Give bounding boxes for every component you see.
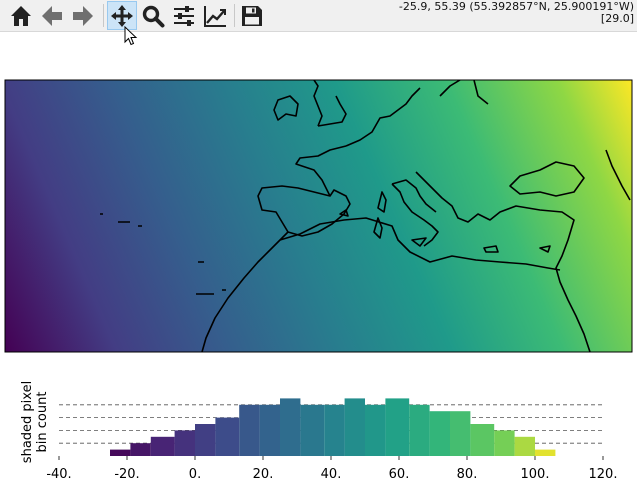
arrow-right-icon (73, 5, 93, 26)
histogram-bar (300, 404, 325, 456)
histogram-bar (514, 436, 535, 456)
histogram-bar (239, 404, 260, 456)
navigation-toolbar: -25.9, 55.39 (55.392857°N, 25.900191°W) … (0, 0, 637, 32)
line-chart-icon (204, 5, 226, 27)
histogram-bar (409, 404, 430, 456)
x-tick-label: 80. (457, 467, 478, 482)
histogram-bar (385, 398, 410, 456)
histogram-bar (494, 430, 515, 456)
histogram-bar (429, 411, 450, 456)
floppy-disk-icon (242, 5, 262, 26)
histogram-y-label: shaded pixelbin count (20, 381, 50, 463)
histogram-bars (110, 398, 556, 456)
histogram-bar (280, 398, 301, 456)
histogram-bar (259, 404, 280, 456)
arrow-left-icon (42, 5, 62, 26)
map-panel[interactable] (4, 79, 633, 353)
value-readout: [29.0] (600, 12, 634, 25)
coordinate-readout: -25.9, 55.39 (55.392857°N, 25.900191°W) (398, 0, 634, 13)
cursor-coordinates: -25.9, 55.39 (55.392857°N, 25.900191°W) … (334, 1, 634, 25)
subplots-button[interactable] (169, 1, 199, 30)
sliders-icon (174, 5, 194, 26)
forward-button[interactable] (68, 1, 98, 30)
zoom-button[interactable] (138, 1, 168, 30)
figure-canvas: -40. -20. 0. 20. 40. 60. 80. 100. 120. shaded pi… (4, 79, 633, 482)
histogram-bar (324, 404, 345, 456)
x-tick-label: 40. (321, 467, 342, 482)
histogram-axes: -40. -20. 0. 20. 40. 60. 80. 100. 120. shaded pi… (20, 381, 617, 482)
mouse-cursor-icon (124, 26, 138, 46)
histogram-bar (470, 424, 495, 456)
toolbar-separator (103, 4, 104, 27)
histogram-bar (195, 424, 216, 456)
histogram-bar (174, 430, 195, 456)
histogram-bar (215, 417, 240, 456)
histogram-bar (344, 398, 365, 456)
histogram-bar (110, 449, 131, 456)
histogram-x-ticks: -40. -20. 0. 20. 40. 60. 80. 100. 120. (46, 456, 617, 482)
x-tick-label: 0. (189, 467, 201, 482)
toolbar-separator (234, 4, 235, 27)
histogram-bar (450, 411, 471, 456)
x-tick-label: -40. (46, 467, 71, 482)
histogram-bar (365, 404, 386, 456)
histogram-bar (130, 443, 151, 456)
home-icon (11, 5, 31, 26)
save-button[interactable] (237, 1, 267, 30)
x-tick-label: 120. (589, 467, 618, 482)
histogram-bar (535, 449, 556, 456)
x-tick-label: 60. (389, 467, 410, 482)
shaded-raster (5, 80, 632, 352)
magnifier-icon (142, 5, 165, 27)
x-tick-label: -20. (114, 467, 139, 482)
x-tick-label: 20. (253, 467, 274, 482)
customize-button[interactable] (200, 1, 230, 30)
home-button[interactable] (6, 1, 36, 30)
x-tick-label: 100. (521, 467, 550, 482)
back-button[interactable] (37, 1, 67, 30)
histogram-bar (150, 436, 175, 456)
move-icon (111, 4, 133, 27)
